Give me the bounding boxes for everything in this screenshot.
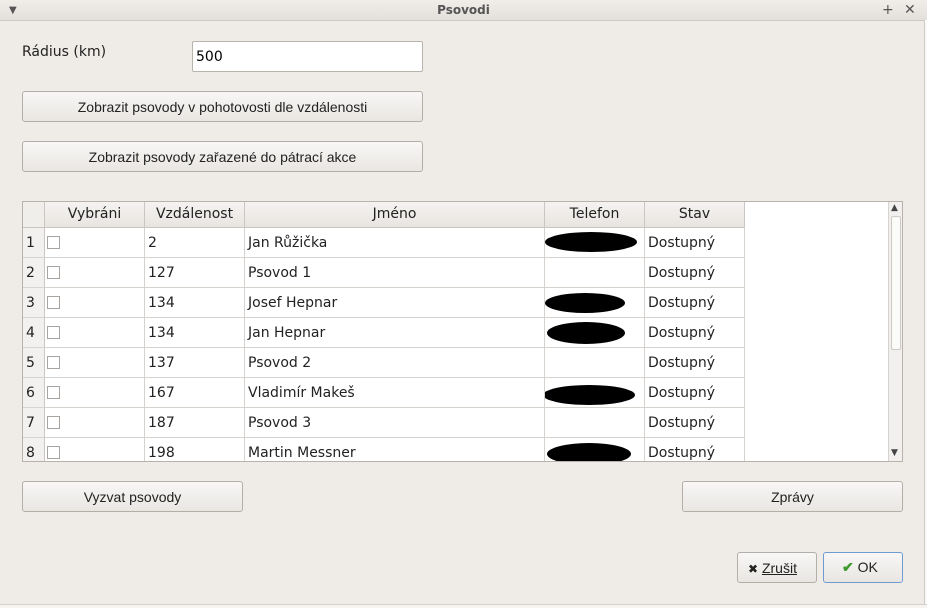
- phone-cell: [545, 228, 645, 258]
- status-cell: Dostupný: [645, 378, 745, 408]
- redacted-phone: [545, 385, 635, 405]
- select-checkbox[interactable]: [47, 326, 60, 339]
- name-cell: Psovod 2: [245, 348, 545, 378]
- select-cell[interactable]: [45, 288, 145, 318]
- distance-cell: 134: [145, 318, 245, 348]
- title-bar: ▼ Psovodi + ✕: [0, 0, 927, 21]
- status-cell: Dostupný: [645, 258, 745, 288]
- distance-cell: 198: [145, 438, 245, 461]
- scrollbar-thumb[interactable]: [891, 216, 901, 350]
- row-number: 1: [23, 228, 45, 258]
- name-cell: Jan Hepnar: [245, 318, 545, 348]
- distance-cell: 167: [145, 378, 245, 408]
- name-cell: Psovod 3: [245, 408, 545, 438]
- name-cell: Vladimír Makeš: [245, 378, 545, 408]
- row-number: 7: [23, 408, 45, 438]
- show-by-distance-button[interactable]: Zobrazit psovody v pohotovosti dle vzdál…: [22, 91, 423, 122]
- table-corner: [23, 202, 45, 228]
- phone-cell: [545, 438, 645, 461]
- select-checkbox[interactable]: [47, 296, 60, 309]
- select-cell[interactable]: [45, 378, 145, 408]
- window-border-bottom: [0, 604, 927, 608]
- redacted-phone: [545, 293, 625, 313]
- name-cell: Martin Messner: [245, 438, 545, 461]
- row-number: 2: [23, 258, 45, 288]
- radius-input[interactable]: [192, 41, 423, 72]
- ok-label: OK: [857, 559, 878, 575]
- select-checkbox[interactable]: [47, 356, 60, 369]
- close-icon[interactable]: ✕: [904, 2, 916, 18]
- phone-cell: [545, 378, 645, 408]
- redacted-phone: [547, 322, 625, 344]
- ok-button[interactable]: ✔ OK: [823, 552, 903, 583]
- select-checkbox[interactable]: [47, 266, 60, 279]
- select-cell[interactable]: [45, 318, 145, 348]
- status-cell: Dostupný: [645, 438, 745, 461]
- distance-cell: 137: [145, 348, 245, 378]
- column-header-selected[interactable]: Vybráni: [45, 202, 145, 228]
- select-checkbox[interactable]: [47, 236, 60, 249]
- distance-cell: 127: [145, 258, 245, 288]
- distance-cell: 2: [145, 228, 245, 258]
- distance-cell: 134: [145, 288, 245, 318]
- phone-cell: [545, 348, 645, 378]
- phone-cell: [545, 408, 645, 438]
- select-cell[interactable]: [45, 348, 145, 378]
- redacted-phone: [545, 232, 637, 252]
- handlers-table[interactable]: Vybráni Vzdálenost Jméno Telefon Stav 12…: [22, 201, 903, 462]
- scroll-up-icon[interactable]: ▲: [891, 203, 898, 213]
- column-header-phone[interactable]: Telefon: [545, 202, 645, 228]
- plus-icon[interactable]: +: [882, 2, 894, 18]
- row-number: 3: [23, 288, 45, 318]
- redacted-phone: [547, 443, 631, 461]
- select-checkbox[interactable]: [47, 386, 60, 399]
- distance-cell: 187: [145, 408, 245, 438]
- row-number: 8: [23, 438, 45, 461]
- column-header-name[interactable]: Jméno: [245, 202, 545, 228]
- select-cell[interactable]: [45, 228, 145, 258]
- messages-button[interactable]: Zprávy: [682, 481, 903, 512]
- select-cell[interactable]: [45, 408, 145, 438]
- status-cell: Dostupný: [645, 228, 745, 258]
- status-cell: Dostupný: [645, 288, 745, 318]
- row-number: 4: [23, 318, 45, 348]
- row-number: 5: [23, 348, 45, 378]
- scroll-down-icon[interactable]: ▼: [891, 448, 898, 458]
- cancel-button[interactable]: ✖ Zrušit: [737, 552, 817, 583]
- summon-handlers-button[interactable]: Vyzvat psovody: [22, 481, 243, 512]
- window-title: Psovodi: [437, 3, 490, 17]
- column-header-distance[interactable]: Vzdálenost: [145, 202, 245, 228]
- select-cell[interactable]: [45, 438, 145, 461]
- x-icon: ✖: [748, 561, 759, 576]
- name-cell: Psovod 1: [245, 258, 545, 288]
- vertical-scrollbar[interactable]: ▲ ▼: [888, 202, 902, 461]
- name-cell: Josef Hepnar: [245, 288, 545, 318]
- phone-cell: [545, 318, 645, 348]
- select-checkbox[interactable]: [47, 446, 60, 459]
- select-cell[interactable]: [45, 258, 145, 288]
- status-cell: Dostupný: [645, 408, 745, 438]
- status-cell: Dostupný: [645, 348, 745, 378]
- cancel-label: Zrušit: [761, 559, 797, 576]
- radius-label: Rádius (km): [22, 44, 107, 60]
- phone-cell: [545, 258, 645, 288]
- row-number: 6: [23, 378, 45, 408]
- name-cell: Jan Růžička: [245, 228, 545, 258]
- status-cell: Dostupný: [645, 318, 745, 348]
- phone-cell: [545, 288, 645, 318]
- select-checkbox[interactable]: [47, 416, 60, 429]
- column-header-status[interactable]: Stav: [645, 202, 745, 228]
- show-in-action-button[interactable]: Zobrazit psovody zařazené do pátrací akc…: [22, 141, 423, 172]
- checkmark-icon: ✔: [842, 559, 854, 575]
